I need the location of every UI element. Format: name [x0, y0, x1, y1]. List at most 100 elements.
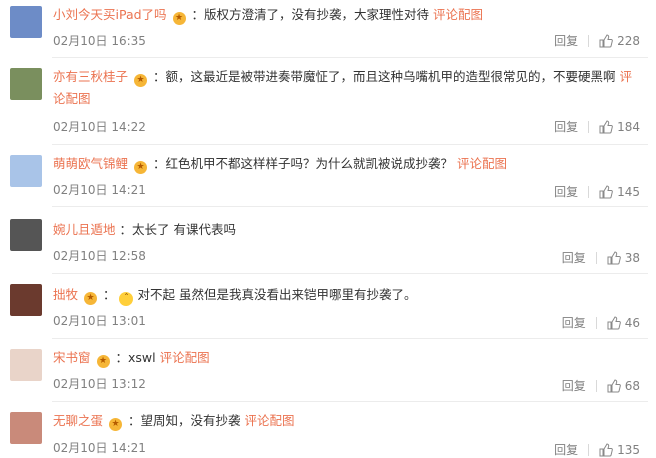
- divider: [52, 144, 648, 145]
- reply-button[interactable]: 回复: [554, 441, 578, 458]
- username-link[interactable]: 宋书窗: [53, 350, 91, 365]
- comment-text: 红色机甲不都这样样子吗？为什么就凯被说成抄袭？: [165, 156, 454, 171]
- avatar[interactable]: [10, 155, 42, 187]
- reply-button[interactable]: 回复: [562, 249, 586, 266]
- like-button[interactable]: 184: [599, 120, 640, 134]
- comment-text: 太长了 有课代表吗: [132, 222, 236, 237]
- divider: [595, 379, 597, 392]
- like-count: 184: [617, 119, 640, 134]
- like-button[interactable]: 68: [607, 379, 640, 393]
- comment-list: 小刘今天买iPad了吗 ★ ：版权方澄清了，没有抄袭，大家理性对待 评论配图 0…: [0, 0, 656, 458]
- comment-body: 无聊之蛋 ★ ：望周知，没有抄袭 评论配图: [53, 410, 638, 432]
- reply-button[interactable]: 回复: [562, 314, 586, 331]
- comment-body: 宋书窗 ★ ：xswl 评论配图: [53, 347, 638, 369]
- comment-text: 望周知，没有抄袭: [140, 413, 241, 428]
- comment-actions: 回复 228: [554, 32, 640, 49]
- avatar[interactable]: [10, 412, 42, 444]
- comment-body: 婉儿且遁地 ：太长了 有课代表吗: [53, 219, 638, 241]
- comment-body: 小刘今天买iPad了吗 ★ ：版权方澄清了，没有抄袭，大家理性对待 评论配图: [53, 4, 638, 26]
- username-link[interactable]: 亦有三秋桂子: [53, 69, 128, 84]
- divider: [52, 206, 648, 207]
- member-badge-icon: ★: [84, 292, 97, 305]
- like-button[interactable]: 145: [599, 185, 640, 199]
- comment-body: 拙牧 ★ ： ˆ 对不起 虽然但是我真没看出来铠甲哪里有抄袭了。: [53, 284, 638, 306]
- divider: [52, 273, 648, 274]
- like-count: 46: [624, 315, 640, 330]
- comment-actions: 回复 46: [562, 314, 640, 331]
- colon: ：: [102, 287, 116, 302]
- comment-pic-link[interactable]: 评论配图: [245, 413, 295, 428]
- comment-time: 02月10日 13:01: [53, 314, 146, 328]
- comment-pic-link[interactable]: 评论配图: [433, 7, 483, 22]
- colon: ：: [115, 350, 128, 365]
- avatar[interactable]: [10, 284, 42, 316]
- thumbs-up-icon: [599, 33, 613, 47]
- comment-actions: 回复 68: [562, 377, 640, 394]
- like-button[interactable]: 46: [607, 316, 640, 330]
- colon: ：: [152, 69, 166, 84]
- avatar[interactable]: [10, 219, 42, 251]
- like-count: 38: [624, 250, 640, 265]
- thumbs-up-icon: [599, 119, 613, 133]
- comment-pic-link[interactable]: 评论配图: [160, 350, 210, 365]
- username-link[interactable]: 小刘今天买iPad了吗: [53, 7, 167, 22]
- divider: [52, 57, 648, 58]
- comment-actions: 回复 38: [562, 249, 640, 266]
- comment-actions: 回复 184: [554, 118, 640, 135]
- comment-time: 02月10日 14:22: [53, 120, 146, 134]
- comment-time: 02月10日 13:12: [53, 377, 146, 391]
- like-button[interactable]: 228: [599, 34, 640, 48]
- avatar[interactable]: [10, 68, 42, 100]
- colon: ：: [119, 222, 133, 237]
- colon: ：: [127, 413, 141, 428]
- comment-time: 02月10日 14:21: [53, 441, 146, 455]
- member-badge-icon: ★: [109, 418, 122, 431]
- reply-button[interactable]: 回复: [554, 118, 578, 135]
- divider: [595, 316, 597, 329]
- divider: [588, 185, 590, 198]
- username-link[interactable]: 婉儿且遁地: [53, 222, 116, 237]
- comment-time: 02月10日 12:58: [53, 249, 146, 263]
- comment-actions: 回复 145: [554, 183, 640, 200]
- username-link[interactable]: 无聊之蛋: [53, 413, 103, 428]
- thumbs-up-icon: [607, 250, 621, 264]
- like-count: 145: [617, 184, 640, 199]
- username-link[interactable]: 拙牧: [53, 287, 78, 302]
- avatar[interactable]: [10, 6, 42, 38]
- member-badge-icon: ★: [134, 74, 147, 87]
- thumbs-up-icon: [607, 378, 621, 392]
- comment-body: 亦有三秋桂子 ★ ：额，这最近是被带进奏带魔怔了，而且这种乌嘴机甲的造型很常见的…: [53, 66, 638, 110]
- like-count: 228: [617, 33, 640, 48]
- emoji-icon: ˆ: [119, 292, 134, 306]
- divider: [52, 338, 648, 339]
- comment-text: 对不起 虽然但是我真没看出来铠甲哪里有抄袭了。: [137, 287, 417, 302]
- member-badge-icon: ★: [172, 12, 186, 25]
- divider: [52, 401, 648, 402]
- username-link[interactable]: 萌萌欧气锦鲤: [53, 156, 128, 171]
- comment-pic-link[interactable]: 评论配图: [457, 156, 507, 171]
- comment-time: 02月10日 16:35: [53, 34, 146, 48]
- reply-button[interactable]: 回复: [554, 183, 578, 200]
- member-badge-icon: ★: [134, 161, 147, 174]
- like-count: 135: [617, 442, 640, 457]
- comment-text: 额，这最近是被带进奏带魔怔了，而且这种乌嘴机甲的造型很常见的，不要硬黑啊: [165, 69, 616, 84]
- avatar[interactable]: [10, 349, 42, 381]
- like-count: 68: [624, 378, 640, 393]
- reply-button[interactable]: 回复: [562, 377, 586, 394]
- comment-time: 02月10日 14:21: [53, 183, 146, 197]
- like-button[interactable]: 135: [599, 443, 640, 457]
- thumbs-up-icon: [599, 184, 613, 198]
- colon: ：: [191, 7, 205, 22]
- comment-actions: 回复 135: [554, 441, 640, 458]
- reply-button[interactable]: 回复: [554, 32, 578, 49]
- divider: [595, 251, 597, 264]
- divider: [588, 443, 590, 456]
- comment-text: 版权方澄清了，没有抄袭，大家理性对待: [204, 7, 430, 22]
- divider: [588, 34, 590, 47]
- comment-body: 萌萌欧气锦鲤 ★ ：红色机甲不都这样样子吗？为什么就凯被说成抄袭？ 评论配图: [53, 153, 638, 175]
- thumbs-up-icon: [599, 442, 613, 456]
- like-button[interactable]: 38: [607, 251, 640, 265]
- divider: [588, 120, 590, 133]
- colon: ：: [152, 156, 166, 171]
- thumbs-up-icon: [607, 315, 621, 329]
